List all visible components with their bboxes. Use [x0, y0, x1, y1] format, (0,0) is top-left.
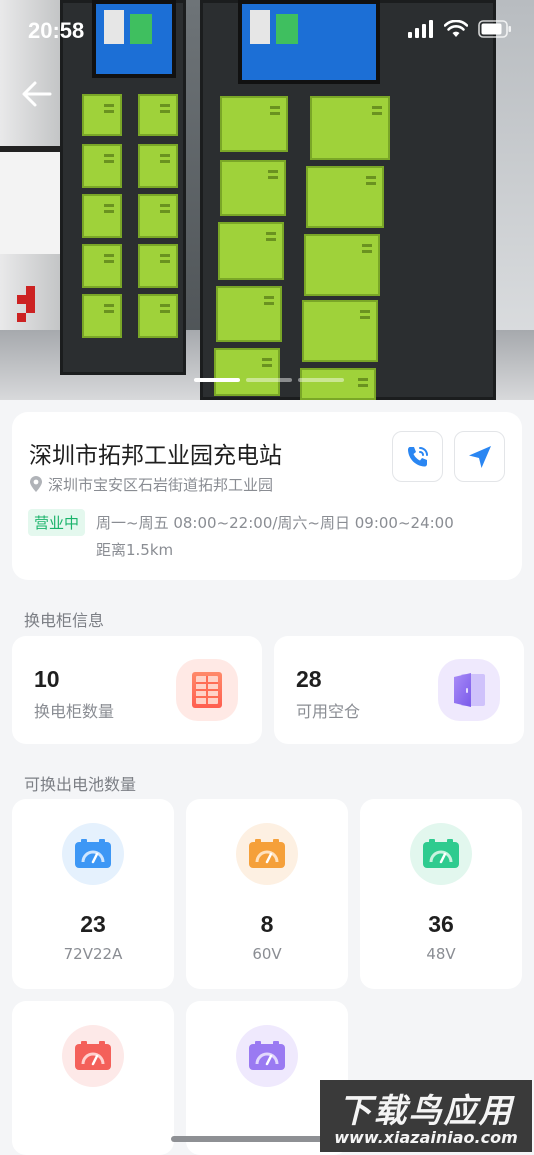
- battery-section-title: 可换出电池数量: [24, 775, 137, 794]
- carousel-dot[interactable]: [246, 378, 292, 382]
- location-pin-icon: [30, 476, 42, 492]
- opening-hours: 周一~周五 08:00~22:00/周六~周日 09:00~24:00: [96, 514, 454, 532]
- status-badge: 营业中: [28, 509, 86, 536]
- wifi-icon: [444, 20, 468, 37]
- carousel-dot[interactable]: [194, 378, 240, 382]
- station-name: 深圳市拓邦工业园充电站: [29, 443, 282, 469]
- battery-gauge-icon: [62, 1025, 124, 1087]
- cabinet-count-value: 10: [34, 666, 60, 692]
- battery-gauge-icon: [410, 823, 472, 885]
- battery-status-icon: [478, 20, 511, 38]
- back-arrow-icon: [22, 81, 52, 107]
- cabinet-count-card[interactable]: 10 换电柜数量: [12, 636, 262, 744]
- station-photo[interactable]: 20:58: [0, 0, 534, 400]
- home-indicator[interactable]: [171, 1136, 331, 1142]
- cellular-signal-icon: [408, 20, 433, 38]
- empty-slot-label: 可用空仓: [296, 702, 361, 721]
- carousel-indicator: [194, 378, 344, 382]
- empty-slot-value: 28: [296, 666, 322, 692]
- empty-slot-card[interactable]: 28 可用空仓: [274, 636, 524, 744]
- battery-gauge-icon: [236, 1025, 298, 1087]
- navigation-arrow-icon: [468, 445, 491, 468]
- cabinet-count-label: 换电柜数量: [34, 702, 115, 721]
- watermark: 下载鸟应用 www.xiazainiao.com: [320, 1080, 532, 1152]
- distance-text: 距离1.5km: [96, 541, 174, 559]
- battery-card[interactable]: 23 72V22A: [12, 799, 174, 989]
- battery-spec: 72V22A: [63, 945, 123, 963]
- address-text: 深圳市宝安区石岩街道拓邦工业园: [48, 476, 274, 494]
- call-button[interactable]: [392, 431, 443, 482]
- cabinet-section-title: 换电柜信息: [24, 611, 105, 630]
- watermark-title: 下载鸟应用: [338, 1091, 514, 1130]
- battery-count: 36: [428, 911, 454, 937]
- watermark-url: www.xiazainiao.com: [334, 1128, 518, 1147]
- navigate-button[interactable]: [454, 431, 505, 482]
- door-icon: [438, 659, 500, 721]
- battery-count: 23: [80, 911, 106, 937]
- battery-gauge-icon: [236, 823, 298, 885]
- station-address: 深圳市宝安区石岩街道拓邦工业园: [29, 474, 273, 495]
- battery-gauge-icon: [62, 823, 124, 885]
- battery-spec: 60V: [252, 945, 282, 963]
- phone-call-icon: [407, 446, 428, 466]
- status-bar: 20:58: [0, 0, 534, 62]
- cabinet-icon: [176, 659, 238, 721]
- battery-spec: 48V: [426, 945, 456, 963]
- battery-count: 8: [260, 911, 274, 937]
- station-info-card: 深圳市拓邦工业园充电站 深圳市宝安区石岩街道拓邦工业园 营业中 周一~周五 08…: [12, 412, 522, 580]
- battery-card[interactable]: 36 48V: [360, 799, 522, 989]
- battery-card[interactable]: [12, 1001, 174, 1155]
- status-time: 20:58: [28, 18, 85, 43]
- battery-card[interactable]: 8 60V: [186, 799, 348, 989]
- back-button[interactable]: [18, 74, 58, 114]
- carousel-dot[interactable]: [298, 378, 344, 382]
